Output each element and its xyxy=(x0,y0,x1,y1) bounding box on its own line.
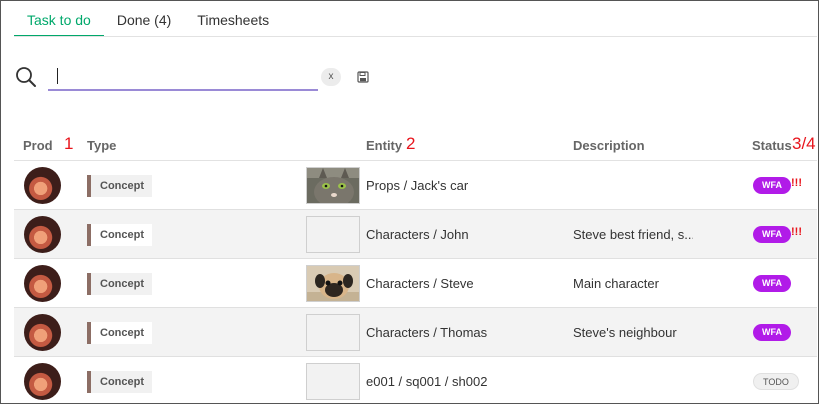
tab-task-to-do[interactable]: Task to do xyxy=(14,1,104,37)
status-badge[interactable]: WFA xyxy=(753,226,791,243)
description-text: Steve's neighbour xyxy=(573,325,677,340)
clear-search-button[interactable]: x xyxy=(321,68,341,86)
search-icon xyxy=(16,67,36,87)
table-row[interactable]: Concept e001 / sq001 / sh002 TODO xyxy=(14,357,817,404)
status-badge[interactable]: TODO xyxy=(753,373,799,390)
description-text: Main character xyxy=(573,276,659,291)
column-header-type[interactable]: Type xyxy=(87,138,116,153)
avatar[interactable] xyxy=(24,363,61,400)
tab-timesheets[interactable]: Timesheets xyxy=(184,1,282,37)
task-type-badge[interactable]: Concept xyxy=(87,273,152,295)
entity-name[interactable]: Characters / Steve xyxy=(366,276,474,291)
entity-name[interactable]: e001 / sq001 / sh002 xyxy=(366,374,487,389)
task-type-badge[interactable]: Concept xyxy=(87,322,152,344)
priority-indicator: !!! xyxy=(791,226,802,238)
table-row[interactable]: Concept Props / Jack's car WFA !!! xyxy=(14,161,817,210)
search-input[interactable] xyxy=(48,64,318,91)
tab-bar: Task to do Done (4) Timesheets xyxy=(14,1,282,38)
column-header-description[interactable]: Description xyxy=(573,138,645,153)
annotation-3-4: 3/4 xyxy=(792,134,816,153)
tab-done[interactable]: Done (4) xyxy=(104,1,184,37)
status-badge[interactable]: WFA xyxy=(753,324,791,341)
column-header-prod[interactable]: Prod xyxy=(23,138,53,153)
column-header-entity[interactable]: Entity xyxy=(366,138,402,153)
entity-thumbnail[interactable] xyxy=(306,167,360,204)
status-badge[interactable]: WFA xyxy=(753,177,791,194)
task-type-badge[interactable]: Concept xyxy=(87,371,152,393)
window-frame: Task to do Done (4) Timesheets x Prod 1 … xyxy=(0,0,819,404)
description-text: Steve best friend, s... xyxy=(573,227,693,242)
cat-thumbnail xyxy=(307,168,359,203)
table-row[interactable]: Concept Characters / Thomas Steve's neig… xyxy=(14,308,817,357)
task-type-badge[interactable]: Concept xyxy=(87,175,152,197)
entity-name[interactable]: Props / Jack's car xyxy=(366,178,468,193)
status-badge[interactable]: WFA xyxy=(753,275,791,292)
entity-name[interactable]: Characters / John xyxy=(366,227,469,242)
save-icon[interactable] xyxy=(357,71,369,83)
entity-thumbnail[interactable] xyxy=(306,314,360,351)
task-type-badge[interactable]: Concept xyxy=(87,224,152,246)
table-row[interactable]: Concept Characters / John Steve best fri… xyxy=(14,210,817,259)
pug-thumbnail xyxy=(307,266,359,301)
text-caret xyxy=(57,68,58,84)
avatar[interactable] xyxy=(24,167,61,204)
entity-thumbnail[interactable] xyxy=(306,216,360,253)
entity-thumbnail[interactable] xyxy=(306,265,360,302)
entity-name[interactable]: Characters / Thomas xyxy=(366,325,487,340)
avatar[interactable] xyxy=(24,314,61,351)
annotation-1: 1 xyxy=(64,134,74,153)
priority-indicator: !!! xyxy=(791,177,802,189)
table-row[interactable]: Concept Characters / Steve Main characte… xyxy=(14,259,817,308)
column-header-status[interactable]: Status xyxy=(752,138,792,153)
annotation-2: 2 xyxy=(406,134,416,153)
entity-thumbnail[interactable] xyxy=(306,363,360,400)
tab-divider xyxy=(14,36,817,37)
avatar[interactable] xyxy=(24,265,61,302)
avatar[interactable] xyxy=(24,216,61,253)
